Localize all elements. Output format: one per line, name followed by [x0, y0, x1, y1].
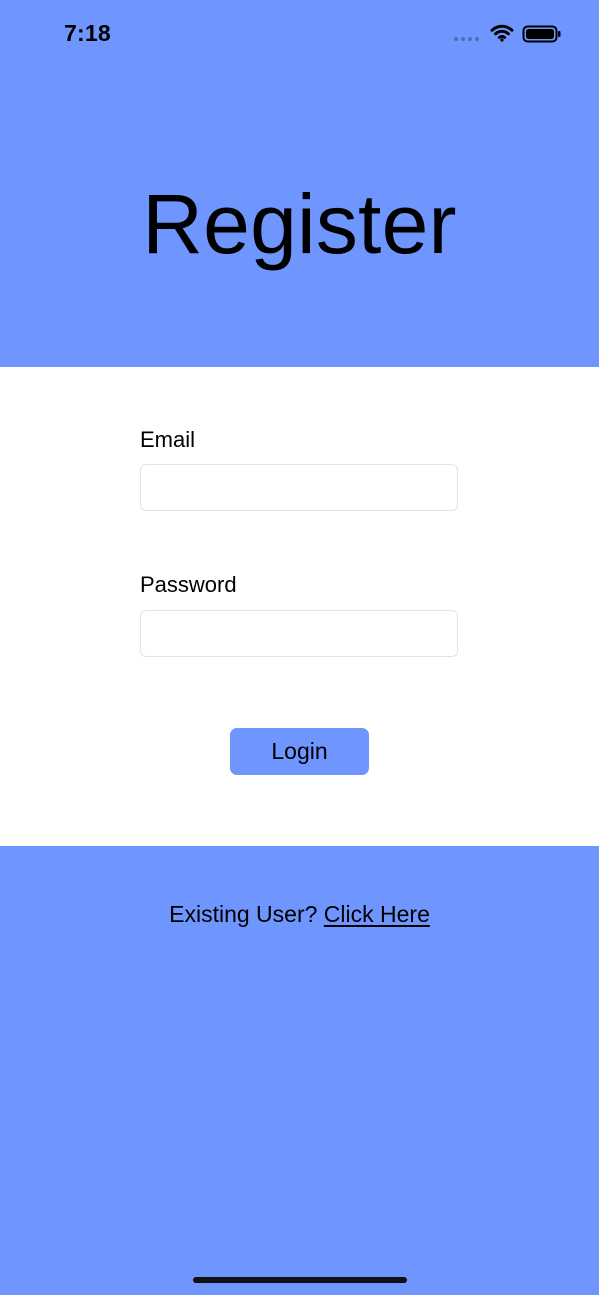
battery-icon	[522, 25, 561, 43]
login-button[interactable]: Login	[230, 728, 369, 775]
signal-dot	[454, 37, 458, 41]
email-field[interactable]	[140, 464, 458, 511]
registration-form: Email Password Login	[0, 367, 599, 846]
signal-dot	[468, 37, 472, 41]
signal-dot	[475, 37, 479, 41]
page-title: Register	[142, 177, 457, 272]
password-field[interactable]	[140, 610, 458, 657]
email-label: Email	[140, 427, 196, 452]
register-screen: 7:18 Register Email Password Login Exist…	[0, 0, 599, 1295]
header-section: 7:18 Register	[0, 0, 599, 367]
wifi-icon	[490, 24, 514, 42]
password-label: Password	[140, 572, 237, 597]
existing-user-text: Existing User?	[169, 901, 318, 927]
status-bar: 7:18	[0, 0, 599, 64]
footer-section: Existing User? Click Here	[0, 846, 599, 1295]
home-indicator	[193, 1277, 407, 1283]
signal-dots-icon	[454, 37, 479, 41]
login-link[interactable]: Click Here	[324, 901, 430, 927]
status-time: 7:18	[64, 20, 111, 46]
existing-user-prompt: Existing User? Click Here	[0, 903, 599, 926]
signal-dot	[461, 37, 465, 41]
